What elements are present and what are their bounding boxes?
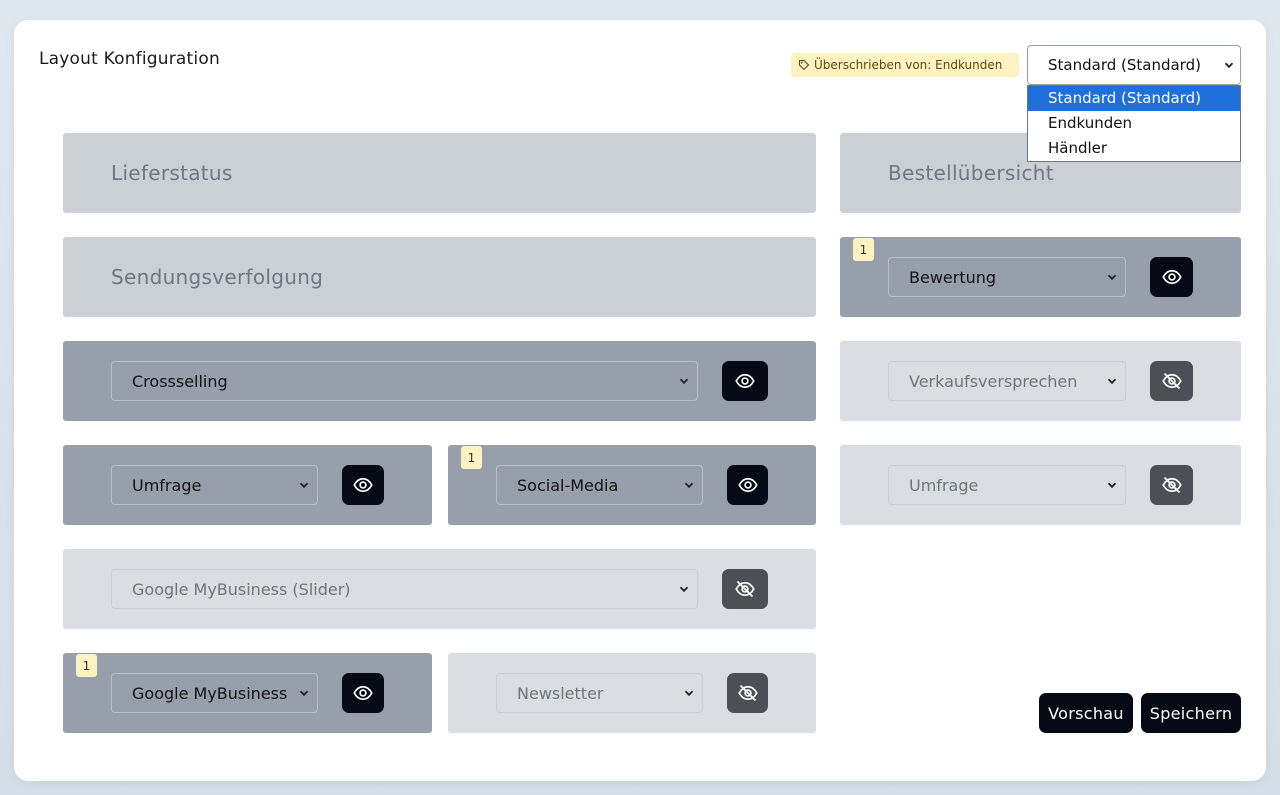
eye-icon [738, 475, 758, 495]
module-select-value: Verkaufsversprechen [909, 371, 1078, 391]
eye-icon [353, 475, 373, 495]
chevron-down-icon [684, 480, 694, 490]
block-heading: Bestellübersicht [888, 161, 1054, 185]
module-select-bewertung[interactable]: Bewertung [888, 257, 1126, 297]
module-select-crossselling[interactable]: Crossselling [111, 361, 698, 401]
override-badge-text: Überschrieben von: Endkunden [814, 58, 1003, 72]
block-heading: Sendungsverfolgung [111, 265, 324, 289]
block-lieferstatus: Lieferstatus [63, 133, 816, 213]
module-select-umfrage-right[interactable]: Umfrage [888, 465, 1126, 505]
block-umfrage: Umfrage [63, 445, 432, 525]
eye-off-icon [1162, 475, 1182, 495]
module-select-value: Crossselling [132, 371, 228, 391]
chevron-down-icon [299, 480, 309, 490]
visibility-toggle-button[interactable] [722, 361, 768, 401]
visibility-toggle-button[interactable] [727, 673, 768, 713]
block-social-media: 1 Social-Media [448, 445, 816, 525]
block-bewertung: 1 Bewertung [840, 237, 1241, 317]
module-select-umfrage[interactable]: Umfrage [111, 465, 318, 505]
chevron-down-icon [1224, 60, 1234, 70]
block-verkaufsversprechen: Verkaufsversprechen [840, 341, 1241, 421]
eye-off-icon [1162, 371, 1182, 391]
module-select-value: Google MyBusiness (Slider) [132, 579, 351, 599]
layout-option-haendler[interactable]: Händler [1028, 136, 1240, 161]
count-badge: 1 [461, 446, 482, 469]
chevron-down-icon [684, 688, 694, 698]
module-select-google-mybusiness[interactable]: Google MyBusiness [111, 673, 318, 713]
visibility-toggle-button[interactable] [342, 673, 384, 713]
count-badge: 1 [76, 654, 97, 677]
eye-icon [735, 371, 755, 391]
save-button[interactable]: Speichern [1141, 693, 1241, 733]
module-select-value: Bewertung [909, 267, 997, 287]
visibility-toggle-button[interactable] [1150, 465, 1193, 505]
chevron-down-icon [299, 688, 309, 698]
layout-dropdown: Standard (Standard) Endkunden Händler [1027, 85, 1241, 162]
module-select-value: Umfrage [132, 475, 202, 495]
block-google-slider: Google MyBusiness (Slider) [63, 549, 816, 629]
block-newsletter: Newsletter [448, 653, 816, 733]
visibility-toggle-button[interactable] [1150, 257, 1193, 297]
chevron-down-icon [679, 376, 689, 386]
tag-icon [798, 59, 810, 71]
count-badge: 1 [853, 238, 874, 261]
eye-off-icon [738, 683, 758, 703]
eye-icon [1162, 267, 1182, 287]
module-select-social-media[interactable]: Social-Media [496, 465, 703, 505]
chevron-down-icon [1107, 376, 1117, 386]
layout-option-standard[interactable]: Standard (Standard) [1028, 86, 1240, 111]
module-select-value: Google MyBusiness [132, 683, 288, 703]
eye-off-icon [735, 579, 755, 599]
module-select-google-slider[interactable]: Google MyBusiness (Slider) [111, 569, 698, 609]
eye-icon [353, 683, 373, 703]
block-crossselling: Crossselling [63, 341, 816, 421]
module-select-verkaufsversprechen[interactable]: Verkaufsversprechen [888, 361, 1126, 401]
override-badge: Überschrieben von: Endkunden [791, 53, 1019, 77]
preview-button[interactable]: Vorschau [1039, 693, 1133, 733]
module-select-newsletter[interactable]: Newsletter [496, 673, 703, 713]
layout-select-value: Standard (Standard) [1048, 56, 1201, 74]
module-select-value: Social-Media [517, 475, 619, 495]
block-google-mybusiness: 1 Google MyBusiness [63, 653, 432, 733]
visibility-toggle-button[interactable] [342, 465, 384, 505]
chevron-down-icon [679, 584, 689, 594]
module-select-value: Newsletter [517, 683, 604, 703]
visibility-toggle-button[interactable] [722, 569, 768, 609]
chevron-down-icon [1107, 480, 1117, 490]
layout-select[interactable]: Standard (Standard) [1027, 45, 1241, 85]
module-select-value: Umfrage [909, 475, 979, 495]
block-heading: Lieferstatus [111, 161, 233, 185]
page-title: Layout Konfiguration [39, 49, 220, 69]
block-sendungsverfolgung: Sendungsverfolgung [63, 237, 816, 317]
visibility-toggle-button[interactable] [1150, 361, 1193, 401]
visibility-toggle-button[interactable] [727, 465, 768, 505]
block-umfrage-right: Umfrage [840, 445, 1241, 525]
layout-option-endkunden[interactable]: Endkunden [1028, 111, 1240, 136]
chevron-down-icon [1107, 272, 1117, 282]
layout-config-card: Layout Konfiguration Überschrieben von: … [14, 20, 1266, 781]
